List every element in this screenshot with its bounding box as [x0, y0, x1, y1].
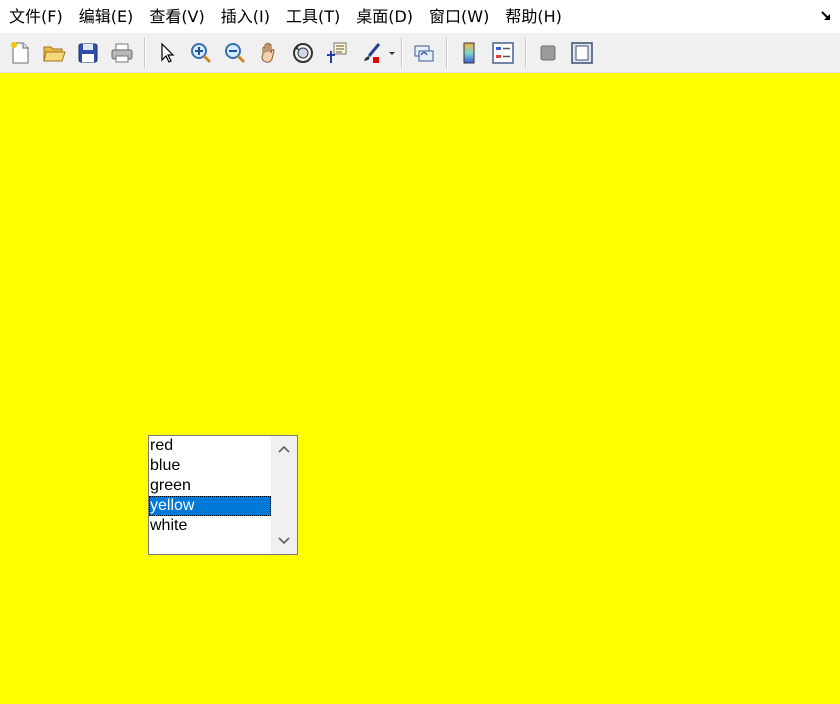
data-cursor-icon — [327, 42, 347, 63]
hide-plot-tools-button[interactable] — [533, 38, 563, 68]
zoom-in-button[interactable] — [186, 38, 216, 68]
brush-button[interactable] — [356, 38, 386, 68]
menu-file[interactable]: 文件(F) — [0, 0, 71, 33]
save-button[interactable] — [73, 38, 103, 68]
toolbar-separator — [144, 37, 145, 68]
zoom-in-icon — [191, 42, 212, 63]
figure-toolbar — [0, 33, 840, 73]
list-item-red[interactable]: red — [149, 436, 271, 456]
colorbar-icon — [463, 42, 475, 63]
zoom-out-icon — [225, 42, 246, 63]
brush-icon — [364, 42, 381, 63]
new-figure-icon — [11, 41, 29, 63]
toolbar-separator — [401, 37, 402, 68]
dock-arrow-icon[interactable] — [820, 9, 834, 23]
toolbar-separator — [525, 37, 526, 68]
menu-edit[interactable]: 编辑(E) — [71, 0, 142, 33]
data-cursor-button[interactable] — [322, 38, 352, 68]
caret-down-icon — [389, 51, 395, 55]
legend-icon — [492, 41, 514, 64]
color-listbox[interactable]: red blue green yellow white — [148, 435, 298, 555]
menu-tools[interactable]: 工具(T) — [278, 0, 348, 33]
brush-dropdown-button[interactable] — [388, 38, 396, 68]
rotate-3d-icon — [293, 42, 313, 63]
listbox-scrollbar[interactable] — [271, 436, 297, 554]
select-pointer-icon — [161, 42, 175, 63]
save-icon — [78, 43, 98, 62]
chevron-up-icon — [278, 445, 290, 453]
print-button[interactable] — [107, 38, 137, 68]
open-file-button[interactable] — [39, 38, 69, 68]
menu-bar: 文件(F) 编辑(E) 查看(V) 插入(I) 工具(T) 桌面(D) 窗口(W… — [0, 0, 840, 33]
list-item-yellow[interactable]: yellow — [149, 496, 271, 516]
print-icon — [111, 43, 133, 62]
scroll-down-button[interactable] — [271, 528, 297, 554]
list-item-white[interactable]: white — [149, 516, 271, 536]
open-file-icon — [43, 46, 66, 61]
chevron-down-icon — [278, 537, 290, 545]
listbox-items: red blue green yellow white — [149, 436, 271, 536]
colorbar-button[interactable] — [454, 38, 484, 68]
select-pointer-button[interactable] — [152, 38, 182, 68]
menu-window[interactable]: 窗口(W) — [421, 0, 497, 33]
menu-view[interactable]: 查看(V) — [141, 0, 212, 33]
link-plot-button[interactable] — [409, 38, 439, 68]
menu-help[interactable]: 帮助(H) — [497, 0, 570, 33]
menu-desktop[interactable]: 桌面(D) — [348, 0, 421, 33]
show-plot-tools-button[interactable] — [567, 38, 597, 68]
list-item-blue[interactable]: blue — [149, 456, 271, 476]
rotate-3d-button[interactable] — [288, 38, 318, 68]
zoom-out-button[interactable] — [220, 38, 250, 68]
show-plot-tools-icon — [571, 41, 593, 64]
list-item-green[interactable]: green — [149, 476, 271, 496]
legend-button[interactable] — [488, 38, 518, 68]
new-figure-button[interactable] — [5, 38, 35, 68]
figure-canvas[interactable] — [0, 74, 840, 704]
toolbar-separator — [446, 37, 447, 68]
menu-insert[interactable]: 插入(I) — [213, 0, 278, 33]
hide-plot-tools-icon — [540, 45, 556, 60]
scroll-up-button[interactable] — [271, 436, 297, 462]
pan-hand-icon — [261, 42, 275, 63]
pan-button[interactable] — [254, 38, 284, 68]
link-plot-icon — [414, 45, 434, 61]
